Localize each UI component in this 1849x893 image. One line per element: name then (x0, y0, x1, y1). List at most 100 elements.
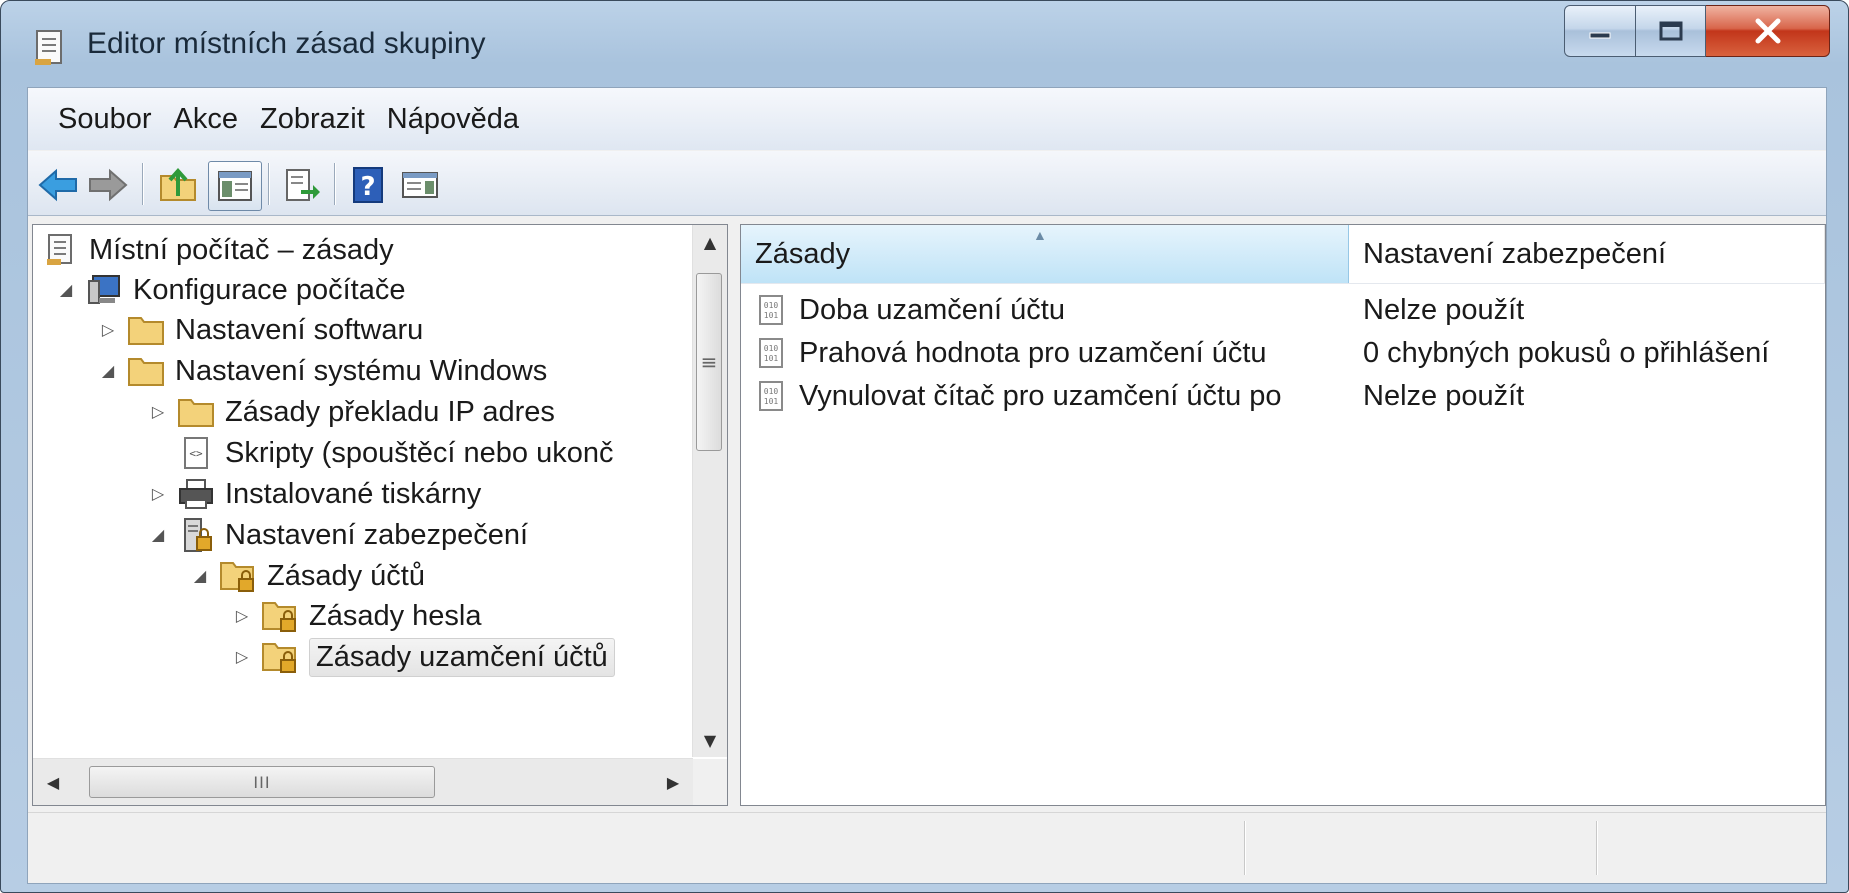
tree-item-label: Instalované tiskárny (225, 477, 482, 510)
tree-item-label: Místní počítač – zásady (89, 233, 394, 266)
show-hide-console-tree-button[interactable] (208, 161, 262, 211)
column-header-label: Zásady (755, 237, 851, 270)
scroll-up-arrow-icon[interactable]: ▲ (693, 225, 727, 259)
locked-folder-icon (261, 599, 299, 633)
policy-setting: 0 chybných pokusů o přihlášení (1363, 336, 1770, 369)
scroll-left-arrow-icon[interactable]: ◀ (33, 759, 73, 805)
tree-item-label: Nastavení softwaru (175, 313, 424, 346)
list-row[interactable]: 010 101 Doba uzamčení účtu Nelze použít (741, 287, 1825, 333)
menu-file[interactable]: Soubor (58, 103, 152, 136)
help-button[interactable]: ? (346, 165, 390, 205)
security-server-icon (177, 518, 215, 552)
collapse-arrow-icon[interactable]: ◢ (97, 361, 119, 381)
folder-icon (177, 395, 215, 429)
policy-setting-icon: 010101 (759, 295, 783, 325)
policy-document-icon (41, 233, 79, 267)
help-icon: ? (353, 167, 383, 203)
sort-ascending-icon: ▲ (1033, 227, 1047, 243)
show-hide-tree-icon (218, 171, 252, 201)
list-header: ▲ Zásady Nastavení zabezpečení (741, 225, 1825, 284)
back-arrow-icon (38, 168, 77, 202)
expand-arrow-icon[interactable]: ▷ (147, 484, 169, 504)
expand-arrow-icon[interactable]: ▷ (147, 402, 169, 422)
tree-item-label: Nastavení zabezpečení (225, 518, 529, 551)
svg-text:101: 101 (764, 311, 779, 320)
menu-help[interactable]: Nápověda (387, 103, 519, 136)
horizontal-scroll-thumb[interactable]: III (89, 766, 435, 798)
policy-document-icon (35, 30, 62, 65)
tree-item-windows-settings[interactable]: ◢ Nastavení systému Windows (97, 348, 547, 394)
scroll-right-arrow-icon[interactable]: ▶ (653, 759, 693, 805)
svg-text:101: 101 (764, 397, 779, 406)
expand-arrow-icon[interactable]: ▷ (231, 606, 253, 626)
policy-setting: Nelze použít (1363, 379, 1525, 412)
details-pane[interactable]: ▲ Zásady Nastavení zabezpečení 010 101 Do… (740, 224, 1826, 806)
column-header-security-setting[interactable]: Nastavení zabezpečení (1349, 225, 1825, 283)
minimize-button[interactable] (1564, 5, 1636, 57)
main-window: Editor místních zásad skupiny Soubor Akc… (0, 0, 1849, 893)
list-row[interactable]: 010 101 Vynulovat čítač pro uzamčení účtu… (741, 373, 1825, 419)
tree-item-label: Zásady účtů (267, 559, 425, 592)
tree-item-software-settings[interactable]: ▷ Nastavení softwaru (97, 307, 423, 353)
export-list-icon (286, 169, 320, 201)
toolbar: ? (28, 151, 1826, 216)
maximize-button[interactable] (1636, 5, 1706, 57)
tree-item-scripts[interactable]: <> Skripty (spouštěcí nebo ukonč (147, 430, 613, 476)
export-list-button[interactable] (280, 165, 324, 205)
expand-arrow-icon[interactable]: ▷ (97, 320, 119, 340)
scroll-down-arrow-icon[interactable]: ▼ (693, 723, 727, 757)
vertical-scroll-thumb[interactable]: ≡ (696, 273, 722, 451)
tree-item-password-policy[interactable]: ▷ Zásady hesla (231, 593, 482, 639)
status-bar (28, 812, 1826, 883)
script-icon: <> (177, 436, 215, 470)
folder-icon (127, 354, 165, 388)
caption-buttons (1564, 5, 1830, 59)
tree-item-label: Konfigurace počítače (133, 273, 406, 306)
tree-item-account-lockout-policy[interactable]: ▷ Zásady uzamčení účtů (231, 634, 615, 680)
collapse-arrow-icon[interactable]: ◢ (55, 280, 77, 300)
tree-vertical-scrollbar[interactable]: ▲ ≡ ▼ (692, 225, 727, 757)
close-button[interactable] (1706, 5, 1830, 57)
policy-setting-icon: 010101 (759, 338, 783, 368)
svg-text:010: 010 (764, 344, 779, 353)
show-action-pane-button[interactable] (398, 165, 442, 205)
maximize-icon (1659, 21, 1682, 41)
tree-item-security-settings[interactable]: ◢ Nastavení zabezpečení (147, 512, 528, 558)
title-bar[interactable]: Editor místních zásad skupiny (1, 1, 1848, 89)
locked-folder-icon (219, 559, 257, 593)
policy-setting: Nelze použít (1363, 293, 1525, 326)
tree-content: Místní počítač – zásady ◢ Konfigurace po… (33, 225, 693, 757)
tree-item-deployed-printers[interactable]: ▷ Instalované tiskárny (147, 471, 481, 517)
tree-item-label: Skripty (spouštěcí nebo ukonč (225, 436, 614, 469)
policy-name: Prahová hodnota pro uzamčení účtu (799, 336, 1267, 369)
folder-icon (127, 313, 165, 347)
collapse-arrow-icon[interactable]: ◢ (147, 525, 169, 545)
back-button[interactable] (36, 165, 80, 205)
column-header-policy[interactable]: ▲ Zásady (741, 225, 1349, 283)
computer-icon (85, 273, 123, 307)
toolbar-separator (268, 163, 270, 205)
menu-view[interactable]: Zobrazit (260, 103, 365, 136)
tree-item-ip-translation-policies[interactable]: ▷ Zásady překladu IP adres (147, 389, 555, 435)
toolbar-separator (142, 163, 144, 205)
policy-setting-icon: 010101 (759, 381, 783, 411)
collapse-arrow-icon[interactable]: ◢ (189, 566, 211, 586)
window-title: Editor místních zásad skupiny (87, 27, 486, 60)
svg-text:010: 010 (764, 387, 779, 396)
tree-horizontal-scrollbar[interactable]: ◀ III ▶ (33, 758, 693, 805)
console-tree[interactable]: Místní počítač – zásady ◢ Konfigurace po… (32, 224, 728, 806)
tree-item-label: Zásady překladu IP adres (225, 395, 555, 428)
up-folder-icon (160, 168, 196, 201)
close-icon (1755, 18, 1780, 44)
up-one-level-button[interactable] (156, 165, 200, 205)
forward-arrow-icon (89, 168, 128, 202)
svg-text:101: 101 (764, 354, 779, 363)
tree-item-label: Nastavení systému Windows (175, 354, 548, 387)
list-row[interactable]: 010 101 Prahová hodnota pro uzamčení účtu… (741, 330, 1825, 376)
expand-arrow-icon[interactable]: ▷ (231, 647, 253, 667)
status-bar-divider (1244, 821, 1246, 875)
forward-button[interactable] (86, 165, 130, 205)
menu-action[interactable]: Akce (174, 103, 238, 136)
printer-icon (177, 477, 215, 511)
scrollbar-corner (693, 759, 727, 805)
